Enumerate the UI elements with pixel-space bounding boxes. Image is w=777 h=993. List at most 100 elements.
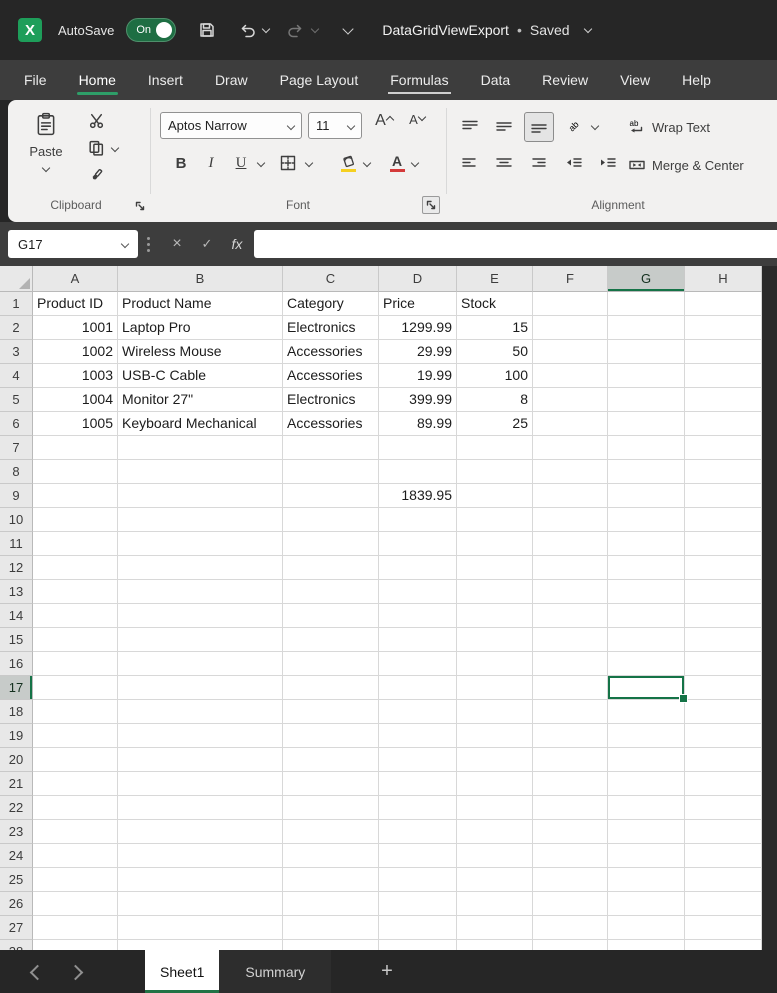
cell-B12[interactable] [118, 556, 283, 580]
cell-B4[interactable]: USB-C Cable [118, 364, 283, 388]
cell-H19[interactable] [685, 724, 762, 748]
cell-B13[interactable] [118, 580, 283, 604]
cell-H20[interactable] [685, 748, 762, 772]
redo-button[interactable] [287, 21, 305, 39]
cell-D21[interactable] [379, 772, 457, 796]
row-header-23[interactable]: 23 [0, 820, 33, 844]
cell-H8[interactable] [685, 460, 762, 484]
cell-E10[interactable] [457, 508, 533, 532]
cell-B11[interactable] [118, 532, 283, 556]
copy-button[interactable] [84, 136, 108, 160]
row-header-14[interactable]: 14 [0, 604, 33, 628]
cell-E13[interactable] [457, 580, 533, 604]
cell-A10[interactable] [33, 508, 118, 532]
cell-D17[interactable] [379, 676, 457, 700]
cell-H1[interactable] [685, 292, 762, 316]
cell-H10[interactable] [685, 508, 762, 532]
row-header-24[interactable]: 24 [0, 844, 33, 868]
font-name-combobox[interactable]: Aptos Narrow [160, 112, 302, 139]
undo-dropdown-icon[interactable] [262, 24, 270, 32]
cell-B24[interactable] [118, 844, 283, 868]
cell-D1[interactable]: Price [379, 292, 457, 316]
menu-tab-home[interactable]: Home [63, 60, 132, 100]
cell-E20[interactable] [457, 748, 533, 772]
cell-E7[interactable] [457, 436, 533, 460]
cell-C22[interactable] [283, 796, 379, 820]
cell-G7[interactable] [608, 436, 685, 460]
cell-A15[interactable] [33, 628, 118, 652]
cell-C14[interactable] [283, 604, 379, 628]
row-header-3[interactable]: 3 [0, 340, 33, 364]
menu-tab-draw[interactable]: Draw [199, 60, 264, 100]
font-color-dropdown-icon[interactable] [411, 159, 419, 167]
name-box[interactable]: G17 [8, 230, 138, 258]
cell-G6[interactable] [608, 412, 685, 436]
cell-C23[interactable] [283, 820, 379, 844]
cell-G19[interactable] [608, 724, 685, 748]
cell-B2[interactable]: Laptop Pro [118, 316, 283, 340]
insert-function-button[interactable]: fx [224, 229, 250, 259]
cell-E14[interactable] [457, 604, 533, 628]
cell-A26[interactable] [33, 892, 118, 916]
cell-G5[interactable] [608, 388, 685, 412]
cell-F7[interactable] [533, 436, 608, 460]
row-header-15[interactable]: 15 [0, 628, 33, 652]
redo-dropdown-icon[interactable] [311, 24, 319, 32]
cell-G1[interactable] [608, 292, 685, 316]
cell-A12[interactable] [33, 556, 118, 580]
row-header-7[interactable]: 7 [0, 436, 33, 460]
cell-H3[interactable] [685, 340, 762, 364]
borders-button[interactable] [274, 148, 302, 178]
cell-E8[interactable] [457, 460, 533, 484]
cell-B28[interactable] [118, 940, 283, 950]
cell-C7[interactable] [283, 436, 379, 460]
cell-F22[interactable] [533, 796, 608, 820]
cell-F28[interactable] [533, 940, 608, 950]
cell-A27[interactable] [33, 916, 118, 940]
cell-F27[interactable] [533, 916, 608, 940]
cell-H5[interactable] [685, 388, 762, 412]
cell-H24[interactable] [685, 844, 762, 868]
excel-logo-icon[interactable]: X [18, 18, 42, 42]
cell-A19[interactable] [33, 724, 118, 748]
cell-C19[interactable] [283, 724, 379, 748]
align-bottom-button[interactable] [524, 112, 554, 142]
cell-F23[interactable] [533, 820, 608, 844]
borders-dropdown-icon[interactable] [305, 159, 313, 167]
column-header-B[interactable]: B [118, 266, 283, 292]
cell-C16[interactable] [283, 652, 379, 676]
cell-H27[interactable] [685, 916, 762, 940]
shrink-font-button[interactable]: A [402, 112, 432, 139]
autosave-toggle[interactable]: On [126, 18, 176, 42]
add-sheet-button[interactable]: + [374, 958, 400, 984]
enter-button[interactable]: ✓ [194, 229, 220, 259]
sheet-nav-prev-icon[interactable] [30, 965, 46, 981]
cell-H17[interactable] [685, 676, 762, 700]
cell-G25[interactable] [608, 868, 685, 892]
cell-G26[interactable] [608, 892, 685, 916]
merge-center-button[interactable]: Merge & Center [628, 152, 744, 178]
cell-H9[interactable] [685, 484, 762, 508]
cell-B22[interactable] [118, 796, 283, 820]
cell-E23[interactable] [457, 820, 533, 844]
cell-A7[interactable] [33, 436, 118, 460]
menu-tab-review[interactable]: Review [526, 60, 604, 100]
cell-C9[interactable] [283, 484, 379, 508]
row-header-5[interactable]: 5 [0, 388, 33, 412]
cell-A23[interactable] [33, 820, 118, 844]
cell-A4[interactable]: 1003 [33, 364, 118, 388]
cell-D15[interactable] [379, 628, 457, 652]
underline-button[interactable]: U [228, 148, 254, 178]
cell-G3[interactable] [608, 340, 685, 364]
cell-E5[interactable]: 8 [457, 388, 533, 412]
column-header-F[interactable]: F [533, 266, 608, 292]
document-title-group[interactable]: DataGridViewExport • Saved [382, 22, 590, 38]
cell-B16[interactable] [118, 652, 283, 676]
cell-F18[interactable] [533, 700, 608, 724]
cell-F19[interactable] [533, 724, 608, 748]
row-header-28[interactable]: 28 [0, 940, 33, 950]
row-header-16[interactable]: 16 [0, 652, 33, 676]
decrease-indent-button[interactable] [560, 148, 588, 178]
cell-E22[interactable] [457, 796, 533, 820]
orientation-dropdown-icon[interactable] [591, 122, 599, 130]
